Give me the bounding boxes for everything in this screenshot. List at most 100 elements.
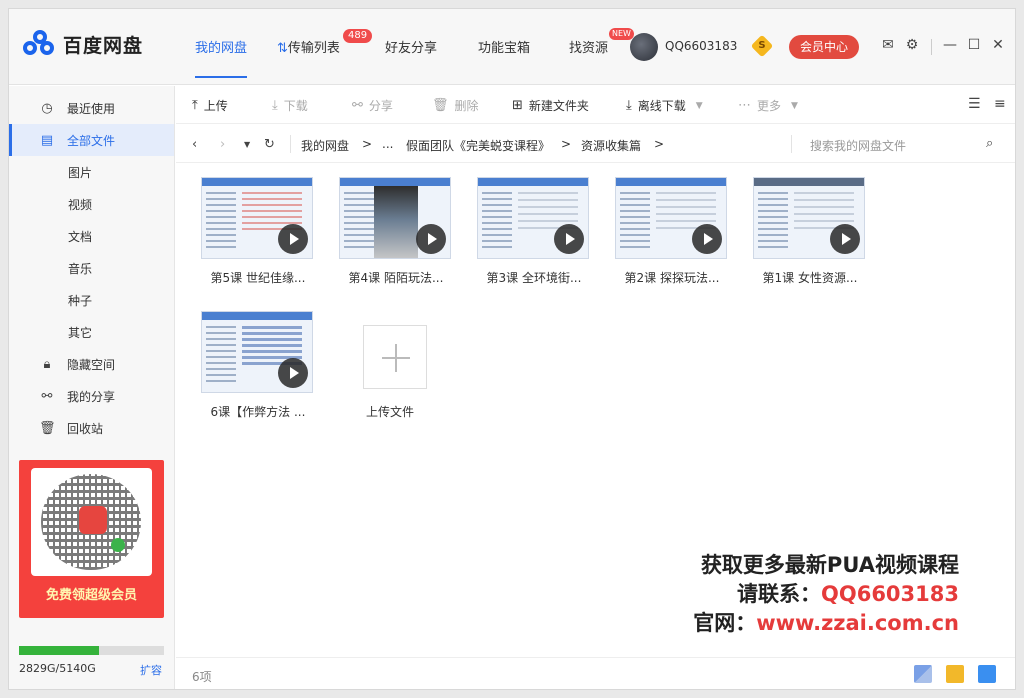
video-thumbnail (201, 177, 313, 259)
sort-icon[interactable]: ☰ (968, 96, 981, 112)
sidebar-item-my-shares[interactable]: ⚯ 我的分享 (9, 380, 174, 412)
more-icon: ⋯ (738, 98, 751, 113)
breadcrumb-ellipsis[interactable]: ... (382, 137, 393, 151)
watermark-line1: 获取更多最新PUA视频课程 (700, 553, 959, 577)
mail-icon[interactable]: ✉ (879, 37, 897, 53)
sidebar-item-documents[interactable]: 文档 (9, 220, 174, 252)
video-thumbnail (201, 311, 313, 393)
clock-icon: ◷ (41, 100, 53, 116)
file-name: 第5课 世纪佳缘... (210, 271, 306, 285)
list-view-icon[interactable]: ≡ (994, 96, 1006, 112)
breadcrumb-current[interactable]: 资源收集篇 (581, 137, 641, 154)
trash-icon: 🗑︎ (432, 98, 449, 113)
sidebar-item-images[interactable]: 图片 (9, 156, 174, 188)
plus-icon[interactable] (363, 325, 427, 389)
close-icon[interactable]: ✕ (989, 37, 1007, 53)
new-badge: NEW (609, 28, 634, 40)
tab-label: 找资源 (569, 41, 609, 56)
breadcrumb-separator: > (362, 137, 373, 151)
file-name: 6课【作弊方法 ... (210, 405, 306, 419)
expand-storage-link[interactable]: 扩容 (140, 662, 162, 678)
play-icon[interactable] (278, 358, 308, 388)
qr-code (31, 468, 152, 576)
refresh-icon[interactable]: ↻ (264, 137, 275, 152)
chevron-down-icon: ▼ (695, 100, 703, 111)
file-icon: ▤ (40, 132, 54, 148)
lock-tray-icon[interactable] (978, 665, 996, 683)
file-name: 第3课 全环境街... (486, 271, 582, 285)
storage-quota-text: 2829G/5140G (19, 662, 96, 675)
tab-transfer-list[interactable]: ⇅传输列表 489 (277, 29, 373, 56)
sidebar-item-other[interactable]: 其它 (9, 316, 174, 348)
sidebar-item-recycle-bin[interactable]: 🗑︎ 回收站 (9, 412, 174, 444)
share-button[interactable]: ⚯ 分享 (352, 97, 393, 114)
play-icon[interactable] (554, 224, 584, 254)
play-icon[interactable] (692, 224, 722, 254)
tab-friend-share[interactable]: 好友分享 (385, 37, 437, 56)
new-folder-button[interactable]: ⊞ 新建文件夹 (512, 97, 589, 114)
path-bar: ‹ › ▼ ↻ 我的网盘 > ... 假面团队《完美蜕变课程》 > 资源收集篇 … (176, 125, 1015, 163)
sidebar-item-all-files[interactable]: ▤ 全部文件 (9, 124, 174, 156)
toolbar: ⤒ 上传 ⤓ 下载 ⚯ 分享 🗑︎ 删除 ⊞ 新建文件夹 ⤓ 离线下载 ▼ ⋯ 更多 ▼ ☰ ≡ (176, 86, 1015, 124)
baidu-cloud-logo-icon (23, 30, 57, 58)
minimize-icon[interactable]: — (941, 37, 959, 53)
watermark: 获取更多最新PUA视频课程 请联系：QQ6603183 官网：www.zzai.… (693, 551, 959, 638)
settings-icon[interactable]: ⚙ (903, 37, 921, 53)
sidebar: ◷ 最近使用 ▤ 全部文件 图片 视频 文档 音乐 种子 其它 🔒︎ 隐藏空间 ⚯ 我的… (9, 86, 175, 689)
username[interactable]: QQ6603183 (665, 39, 737, 53)
lock-icon: 🔒︎ (43, 356, 51, 372)
upload-file-label: 上传文件 (365, 405, 414, 419)
coin-icon[interactable]: S (750, 34, 774, 58)
status-bar: 6项 (176, 657, 1015, 689)
promo-label: 免费领超级会员 (45, 588, 137, 603)
tab-my-drive[interactable]: 我的网盘 (195, 37, 248, 78)
tab-label: 传输列表 (287, 41, 340, 56)
apps-icon[interactable] (914, 665, 932, 683)
upload-tray-icon[interactable] (946, 665, 964, 683)
play-icon[interactable] (278, 224, 308, 254)
breadcrumb-separator: > (654, 137, 665, 151)
sidebar-item-music[interactable]: 音乐 (9, 252, 174, 284)
more-button[interactable]: ⋯ 更多 ▼ (738, 97, 798, 114)
avatar[interactable] (630, 33, 658, 61)
sidebar-item-recent[interactable]: ◷ 最近使用 (9, 92, 174, 124)
play-icon[interactable] (416, 224, 446, 254)
app-logo: 百度网盘 (23, 29, 143, 59)
trash-icon: 🗑︎ (39, 420, 56, 436)
file-name: 第4课 陌陌玩法... (348, 271, 444, 285)
storage-quota-fill (19, 646, 99, 655)
back-icon[interactable]: ‹ (192, 137, 197, 152)
search-input[interactable]: 搜索我的网盘文件 (810, 137, 906, 154)
item-count: 6项 (192, 670, 212, 684)
sidebar-item-hidden-space[interactable]: 🔒︎ 隐藏空间 (9, 348, 174, 380)
vip-center-button[interactable]: 会员中心 (789, 35, 859, 59)
offline-download-button[interactable]: ⤓ 离线下载 ▼ (626, 97, 703, 114)
sidebar-item-videos[interactable]: 视频 (9, 188, 174, 220)
file-name: 第1课 女性资源... (762, 271, 858, 285)
search-icon[interactable]: ⌕ (986, 136, 993, 151)
delete-button[interactable]: 🗑︎ 删除 (432, 97, 479, 114)
gift-icon (79, 506, 107, 534)
tab-find-resources[interactable]: 找资源 NEW (569, 28, 634, 56)
title-bar: 百度网盘 我的网盘 ⇅传输列表 489 好友分享 功能宝箱 找资源 NEW QQ… (9, 9, 1015, 85)
breadcrumb-course[interactable]: 假面团队《完美蜕变课程》 (406, 137, 550, 154)
offline-download-icon: ⤓ (626, 98, 632, 113)
promo-banner[interactable]: 免费领超级会员 (19, 460, 164, 618)
watermark-line2: 请联系：QQ6603183 (737, 582, 959, 606)
share-icon: ⚯ (352, 98, 363, 113)
sidebar-item-torrents[interactable]: 种子 (9, 284, 174, 316)
video-thumbnail (615, 177, 727, 259)
history-dropdown-icon[interactable]: ▼ (244, 140, 250, 149)
breadcrumb-separator: > (561, 137, 572, 151)
forward-icon[interactable]: › (220, 137, 225, 152)
transfer-count-badge: 489 (343, 29, 373, 43)
video-thumbnail (477, 177, 589, 259)
tab-toolbox[interactable]: 功能宝箱 (478, 37, 530, 56)
upload-button[interactable]: ⤒ 上传 (192, 97, 228, 114)
tab-label: 功能宝箱 (478, 41, 531, 56)
maximize-icon[interactable]: ☐ (965, 37, 983, 53)
download-button[interactable]: ⤓ 下载 (272, 97, 308, 114)
app-name: 百度网盘 (63, 34, 144, 57)
play-icon[interactable] (830, 224, 860, 254)
breadcrumb-my-drive[interactable]: 我的网盘 (301, 137, 349, 154)
